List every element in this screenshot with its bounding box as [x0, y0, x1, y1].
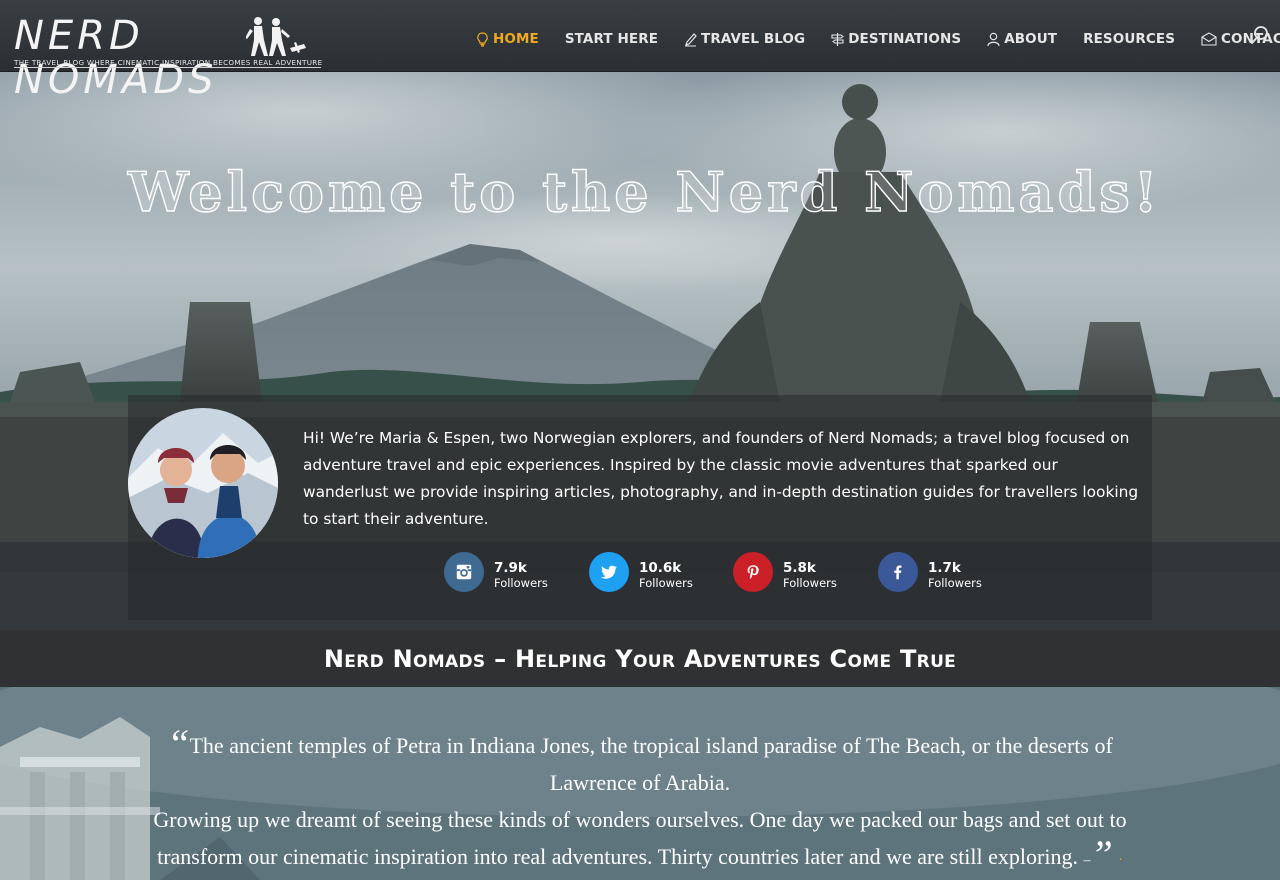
envelope-icon: [1201, 31, 1217, 46]
quote-tail-dot: ·: [1118, 853, 1123, 868]
pencil-icon: [685, 32, 697, 46]
instagram-icon: [444, 552, 484, 592]
main-nav: HOME START HERE TRAVEL BLOG DESTINATIONS…: [476, 28, 1280, 50]
quote-line-1: The ancient temples of Petra in Indiana …: [189, 733, 1113, 795]
pinterest-label: Followers: [783, 576, 837, 590]
tagline-band: Nerd Nomads – Helping Your Adventures Co…: [0, 630, 1280, 687]
quote-line-2: Growing up we dreamt of seeing these kin…: [153, 807, 1127, 869]
twitter-icon: [589, 552, 629, 592]
nav-travel-blog[interactable]: TRAVEL BLOG: [684, 31, 805, 47]
close-quote-mark: ”: [1090, 832, 1113, 877]
lightbulb-icon: [477, 31, 488, 47]
nav-home[interactable]: HOME: [476, 31, 539, 47]
social-instagram[interactable]: 7.9k Followers: [444, 552, 574, 594]
pinterest-icon: [733, 552, 773, 592]
nav-about[interactable]: ABOUT: [987, 31, 1057, 47]
nav-travel-blog-label: TRAVEL BLOG: [701, 31, 806, 47]
hero-title: Welcome to the Nerd Nomads!: [127, 159, 1162, 224]
social-facebook[interactable]: 1.7k Followers: [878, 552, 1008, 594]
intro-card: Hi! We’re Maria & Espen, two Norwegian e…: [128, 395, 1152, 620]
nav-resources[interactable]: RESOURCES: [1083, 31, 1175, 47]
nav-destinations[interactable]: DESTINATIONS: [831, 31, 961, 47]
intro-text: Hi! We’re Maria & Espen, two Norwegian e…: [303, 429, 1139, 528]
founders-avatar: [128, 408, 278, 558]
social-pinterest[interactable]: 5.8k Followers: [733, 552, 863, 594]
social-twitter[interactable]: 10.6k Followers: [589, 552, 719, 594]
search-icon[interactable]: [1250, 25, 1270, 45]
founders-photo-image: [128, 408, 278, 558]
facebook-icon: [878, 552, 918, 592]
person-icon: [987, 32, 1000, 46]
quote-block: “The ancient temples of Petra in Indiana…: [148, 724, 1132, 879]
instagram-label: Followers: [494, 576, 548, 590]
nav-start-here[interactable]: START HERE: [565, 31, 658, 47]
facebook-count: 1.7k: [928, 560, 961, 576]
instagram-count: 7.9k: [494, 560, 527, 576]
pinterest-count: 5.8k: [783, 560, 816, 576]
twitter-count: 10.6k: [639, 560, 682, 576]
site-header: NERD NOMADS THE TRAVEL BLOG WHERE CINEMA…: [0, 0, 1280, 102]
site-logo[interactable]: NERD NOMADS THE TRAVEL BLOG WHERE CINEMA…: [14, 14, 324, 102]
nav-start-here-label: START HERE: [564, 31, 659, 47]
logo-underline: [14, 67, 321, 68]
twitter-label: Followers: [639, 576, 693, 590]
nav-about-label: ABOUT: [1004, 31, 1058, 47]
hero-section: Welcome to the Nerd Nomads! Hi! We’re Ma…: [0, 72, 1280, 630]
facebook-label: Followers: [928, 576, 982, 590]
open-quote-mark: “: [167, 721, 190, 766]
quote-section: “The ancient temples of Petra in Indiana…: [0, 687, 1280, 880]
nav-resources-label: RESOURCES: [1083, 31, 1176, 47]
nav-destinations-label: DESTINATIONS: [848, 31, 962, 47]
signpost-icon: [831, 32, 845, 46]
tagline-heading: Nerd Nomads – Helping Your Adventures Co…: [323, 644, 957, 673]
logo-tagline: THE TRAVEL BLOG WHERE CINEMATIC INSPIRAT…: [14, 58, 323, 67]
nav-home-label: HOME: [493, 31, 539, 47]
hikers-logo-icon: [246, 17, 306, 56]
